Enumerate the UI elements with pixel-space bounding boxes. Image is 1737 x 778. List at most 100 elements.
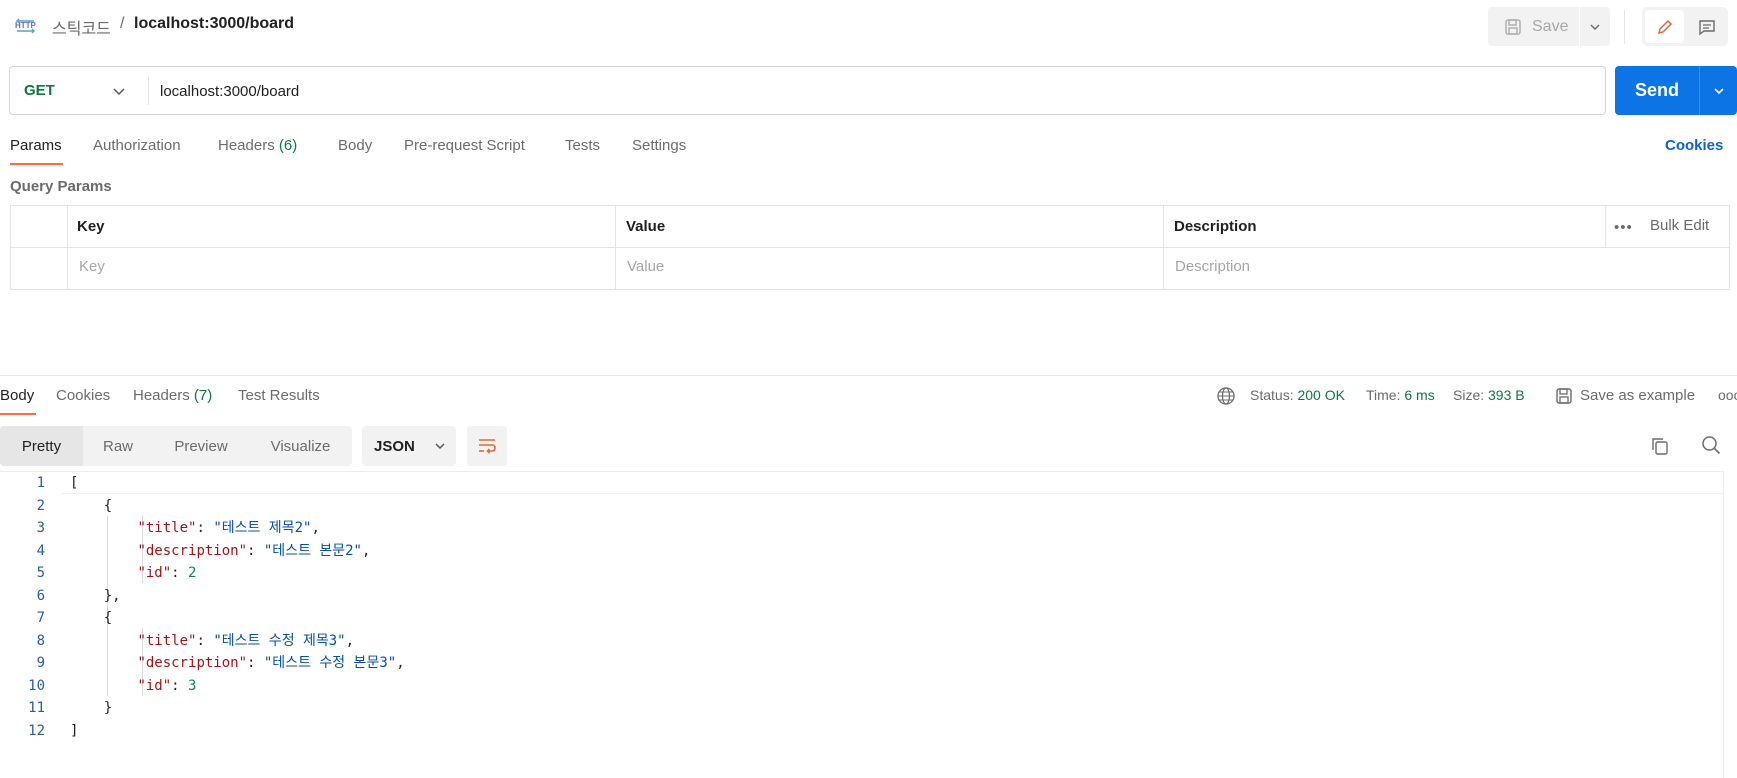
line-number: 6 [36,587,45,604]
json-punctuation: , [311,520,320,536]
json-punctuation: } [103,700,113,716]
line-number: 4 [36,542,45,559]
code-scrollbar-track[interactable] [1723,471,1724,778]
json-punctuation: { [103,497,113,514]
save-label: Save [1532,17,1569,35]
description-input[interactable]: Description [1175,258,1250,275]
save-as-example-button[interactable]: Save as example [1580,387,1695,404]
send-button[interactable]: Send [1615,66,1699,115]
code-line: 8 "title": "테스트 수정 제목3", [0,630,405,653]
json-key: "id" [137,565,172,581]
json-string: "테스트 본문2" [263,542,362,559]
line-number: 11 [28,700,45,716]
tab-body[interactable]: Body [338,137,372,154]
globe-icon[interactable] [1216,386,1236,406]
comment-icon [1699,19,1715,35]
code-text: "title": "테스트 수정 제목3", [45,630,354,653]
http-icon: HTTP [14,14,37,36]
json-punctuation: ] [70,722,79,739]
line-number: 5 [36,565,45,581]
view-tab-raw[interactable]: Raw [88,426,148,466]
breadcrumb-workspace[interactable]: 스틱코드 [52,15,111,39]
code-text: } [45,697,112,720]
code-line: 4 "description": "테스트 본문2", [0,540,405,563]
response-tab-body[interactable]: Body [0,387,34,404]
value-input[interactable]: Value [627,258,664,275]
json-key: "description" [137,542,248,559]
line-number: 8 [36,632,45,649]
json-key: "id" [137,677,172,694]
key-input[interactable]: Key [79,258,105,275]
code-text: }, [45,585,121,608]
json-punctuation: { [103,610,113,626]
format-label: JSON [374,437,415,455]
code-text: "description": "테스트 수정 본문3", [45,652,404,675]
table-row-divider [10,247,1730,248]
chevron-down-icon [1590,23,1600,30]
tab-tests[interactable]: Tests [565,137,600,154]
line-number: 9 [36,655,45,671]
code-line: 11 } [0,697,405,720]
pencil-icon [1657,19,1672,34]
view-tab-pretty[interactable]: Pretty [0,426,83,466]
table-column-divider [67,205,68,290]
code-text: "id": 3 [45,675,196,698]
response-body-code[interactable]: 1[2 {3 "title": "테스트 제목2", 4 "description… [0,472,405,742]
response-tab-test-results[interactable]: Test Results [238,387,320,404]
send-options-button[interactable] [1699,66,1737,115]
search-icon[interactable] [1700,434,1722,456]
response-tab-headers[interactable]: Headers (7) [133,387,212,404]
time-label: Time: [1366,387,1401,403]
tab-params[interactable]: Params [10,137,62,154]
view-tab-preview[interactable]: Preview [162,426,240,466]
bulk-edit-button[interactable]: Bulk Edit [1650,217,1709,234]
json-punctuation: : [196,632,214,649]
more-options-icon[interactable]: ••• [1614,219,1633,236]
view-tab-visualize[interactable]: Visualize [258,426,343,466]
status-label: Status: [1250,387,1294,403]
tab-authorization[interactable]: Authorization [93,137,181,154]
url-input[interactable] [160,74,1580,108]
json-string: "테스트 수정 제목3" [213,632,346,649]
response-tab-headers-label: Headers [133,387,190,404]
status-value: 200 OK [1297,387,1345,403]
response-tab-headers-count: (7) [193,387,213,404]
table-column-divider [1163,205,1164,290]
cookies-link[interactable]: Cookies [1665,137,1723,154]
chevron-down-icon [1713,87,1724,94]
request-title[interactable]: localhost:3000/board [134,15,294,33]
tab-settings[interactable]: Settings [632,137,686,154]
tab-pre-request-script[interactable]: Pre-request Script [404,137,525,154]
line-number: 3 [36,520,45,536]
code-line: 10 "id": 3 [0,675,405,698]
response-tab-cookies[interactable]: Cookies [56,387,110,404]
size-label: Size: [1453,387,1485,403]
header-divider [1624,10,1625,44]
code-line: 9 "description": "테스트 수정 본문3", [0,652,405,675]
time-indicator[interactable]: Time: 6 ms [1366,387,1435,403]
code-text: "id": 2 [45,562,196,585]
json-key: "title" [137,520,197,536]
size-indicator[interactable]: Size: 393 B [1453,387,1525,403]
code-line: 6 }, [0,585,405,608]
save-icon [1505,18,1521,35]
save-icon[interactable] [1554,386,1574,406]
copy-icon[interactable] [1649,435,1671,457]
chevron-down-icon[interactable] [110,82,128,100]
wrap-lines-button[interactable] [467,426,507,466]
edit-mode-button[interactable] [1645,10,1684,43]
status-indicator[interactable]: Status: 200 OK [1250,387,1345,403]
comments-button[interactable] [1688,10,1726,43]
json-key: "title" [137,632,197,649]
save-button[interactable]: Save [1488,7,1579,46]
format-select[interactable]: JSON [362,426,456,466]
save-options-button[interactable] [1580,7,1610,46]
json-punctuation: , [362,542,371,559]
json-punctuation: : [171,677,189,694]
tab-headers[interactable]: Headers (6) [218,137,297,154]
size-value: 393 B [1488,387,1525,403]
method-select[interactable]: GET [24,82,55,99]
active-tab-indicator [10,163,63,165]
time-value: 6 ms [1404,387,1435,403]
more-options-icon[interactable]: ooo [1718,387,1737,403]
